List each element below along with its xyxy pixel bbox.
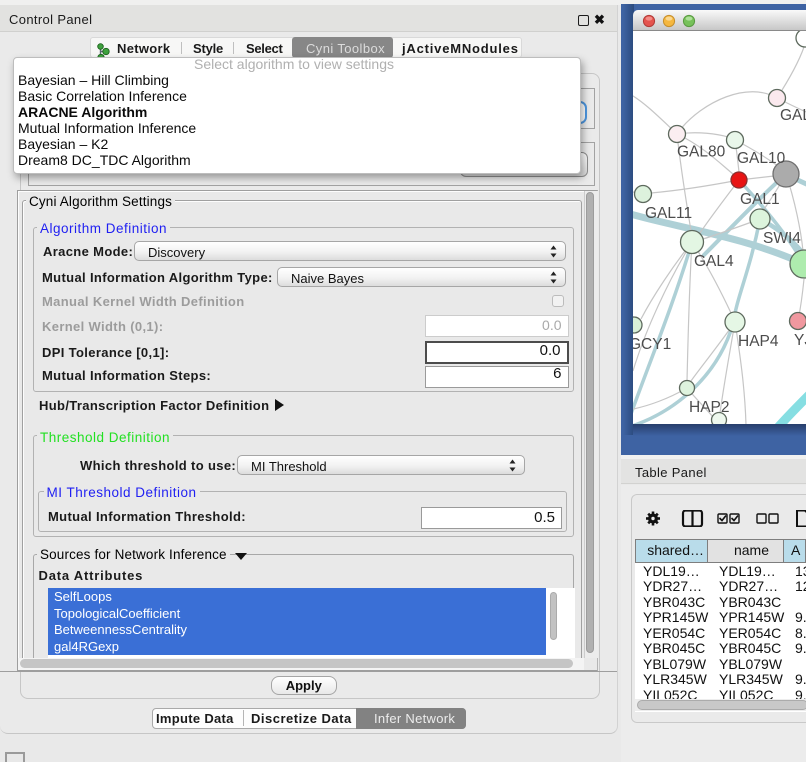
- svg-text:GAL11: GAL11: [645, 205, 692, 222]
- svg-text:GAL80: GAL80: [677, 144, 726, 161]
- svg-text:GCY1: GCY1: [633, 336, 671, 353]
- svg-text:HAP2: HAP2: [689, 399, 730, 416]
- svg-text:GAL10: GAL10: [737, 150, 786, 167]
- svg-text:YJL0: YJL0: [794, 332, 806, 349]
- svg-text:SWI4: SWI4: [763, 230, 801, 247]
- svg-text:GAL1: GAL1: [740, 191, 780, 208]
- svg-text:GAL2: GAL2: [780, 107, 806, 124]
- svg-text:HAP4: HAP4: [738, 333, 779, 350]
- svg-text:GAL4: GAL4: [694, 253, 734, 270]
